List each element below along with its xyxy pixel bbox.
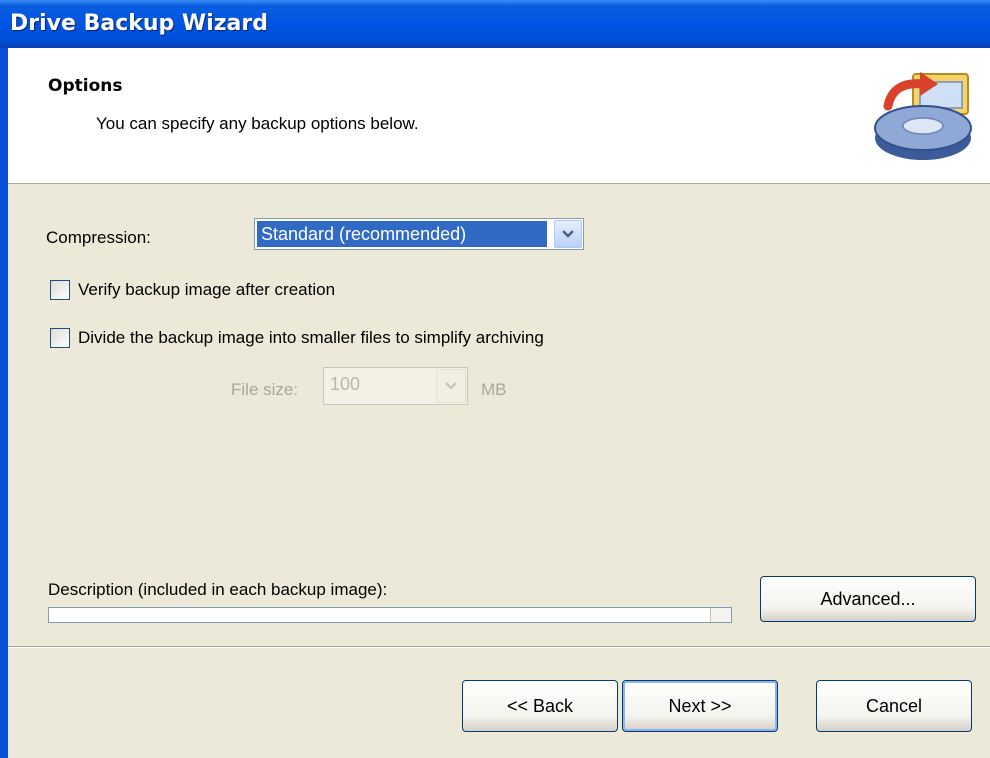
page-subtitle: You can specify any backup options below… [96, 114, 419, 133]
compression-value: Standard (recommended) [257, 221, 547, 247]
footer-divider [8, 646, 990, 648]
advanced-button-label: Advanced... [820, 588, 916, 609]
file-size-dropdown[interactable]: 100 [323, 367, 468, 405]
divide-label[interactable]: Divide the backup image into smaller fil… [78, 328, 544, 348]
divide-checkbox[interactable] [50, 328, 70, 348]
back-button-label: << Back [506, 695, 574, 716]
compression-label: Compression: [46, 228, 151, 247]
file-size-label: File size: [231, 380, 299, 399]
verify-checkbox[interactable] [50, 280, 70, 300]
chevron-down-icon[interactable] [436, 369, 466, 403]
verify-label[interactable]: Verify backup image after creation [78, 280, 335, 300]
window-frame-left [0, 48, 8, 758]
page-title: Options [48, 76, 123, 96]
back-button[interactable]: << Back [462, 680, 618, 732]
wizard-header: Options You can specify any backup optio… [8, 48, 990, 184]
next-button-label: Next >> [668, 695, 732, 716]
options-panel: Compression: Standard (recommended) Veri… [8, 184, 990, 758]
next-button[interactable]: Next >> [622, 680, 778, 732]
description-field[interactable] [48, 607, 732, 623]
scrollbar-thumb[interactable] [710, 608, 731, 622]
cancel-button-label: Cancel [865, 695, 923, 716]
advanced-button[interactable]: Advanced... [760, 576, 976, 622]
chevron-down-icon[interactable] [554, 220, 582, 248]
window-title: Drive Backup Wizard [10, 11, 268, 36]
compression-dropdown[interactable]: Standard (recommended) [254, 218, 584, 250]
cancel-button[interactable]: Cancel [816, 680, 972, 732]
file-size-unit: MB [481, 380, 507, 399]
file-size-value: 100 [330, 374, 361, 394]
description-label: Description (included in each backup ima… [48, 580, 388, 599]
disk-backup-icon [868, 66, 978, 166]
window-title-bar[interactable]: Drive Backup Wizard [0, 0, 990, 48]
